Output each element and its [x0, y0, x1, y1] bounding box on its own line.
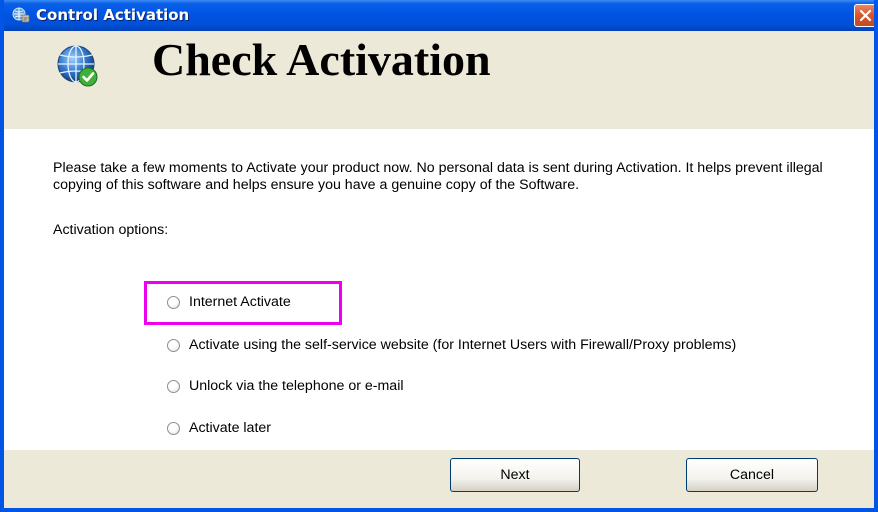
radio-label: Internet Activate: [189, 294, 291, 310]
radio-self-service-website[interactable]: Activate using the self-service website …: [167, 337, 736, 353]
close-icon: [859, 9, 872, 22]
next-button[interactable]: Next: [450, 458, 580, 492]
window-title: Control Activation: [36, 6, 190, 24]
activation-globe-icon: [12, 7, 30, 23]
globe-checkmark-icon: [57, 45, 98, 87]
radio-button[interactable]: [167, 338, 180, 352]
radio-label: Unlock via the telephone or e-mail: [189, 378, 404, 394]
activation-description: Please take a few moments to Activate yo…: [53, 160, 823, 193]
radio-label: Activate later: [189, 420, 272, 436]
radio-button[interactable]: [167, 421, 180, 435]
radio-button[interactable]: [167, 295, 180, 309]
page-title: Check Activation: [152, 34, 491, 85]
title-bar[interactable]: Control Activation: [4, 0, 874, 31]
cancel-button[interactable]: Cancel: [686, 458, 818, 492]
activation-dialog: Control Activation Check Activation Plea…: [0, 0, 878, 512]
radio-telephone-email[interactable]: Unlock via the telephone or e-mail: [167, 378, 404, 394]
radio-button[interactable]: [167, 379, 180, 393]
activation-options-label: Activation options:: [53, 222, 169, 238]
radio-internet-activate[interactable]: Internet Activate: [167, 294, 291, 310]
radio-label: Activate using the self-service website …: [189, 337, 737, 353]
radio-activate-later[interactable]: Activate later: [167, 420, 271, 436]
close-button[interactable]: [854, 4, 874, 27]
